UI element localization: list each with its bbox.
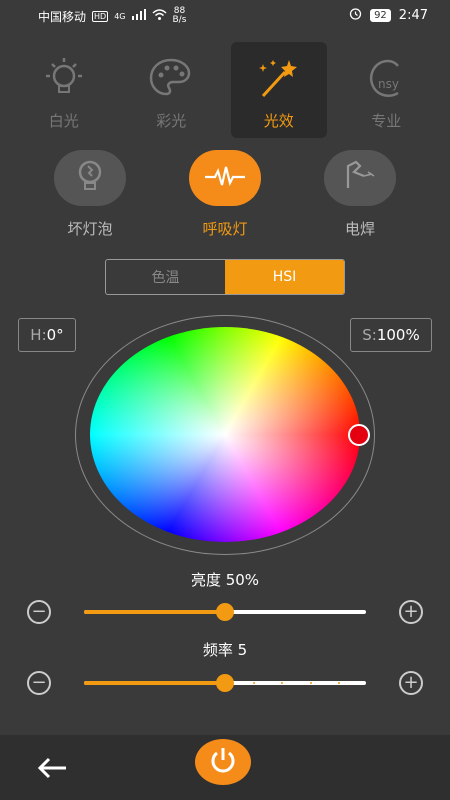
alarm-icon [349,7,362,23]
brightness-fill [84,610,225,614]
hue-key: H: [30,326,47,344]
wifi-icon [151,9,167,23]
brightness-slider[interactable] [84,603,366,621]
status-bar: 中国移动 HD 4G 88 B/s 92 2:47 [0,0,450,28]
effect-breathing[interactable]: 呼吸灯 [175,150,275,239]
saturation-readout[interactable]: S: 100% [350,318,432,352]
tab-label-white: 白光 [48,112,79,130]
power-button[interactable] [195,739,251,785]
frequency-label: 频率 5 [202,641,248,659]
broken-bulb-icon [70,156,110,200]
magic-wand-icon [255,56,303,104]
tab-white-light[interactable]: 白光 [16,42,112,138]
pro-logo-icon: nsy [362,56,410,104]
power-icon [208,745,238,779]
frequency-fill [84,681,225,685]
effect-breathing-button[interactable] [189,150,261,206]
tab-professional[interactable]: nsy 专业 [338,42,434,138]
hue-readout[interactable]: H: 0° [18,318,76,352]
effect-welding-button[interactable] [324,150,396,206]
minus-icon: − [31,672,47,693]
tab-light-effect[interactable]: 光效 [230,42,327,138]
hsi-option[interactable]: HSI [225,260,344,294]
palette-icon [147,56,195,104]
saturation-key: S: [362,326,377,344]
net-speed: 88 B/s [173,7,187,25]
effect-broken-bulb-button[interactable] [54,150,126,206]
frequency-plus-button[interactable]: + [399,671,423,695]
signal-bars-icon [131,9,146,23]
frequency-tick [337,682,340,684]
color-wheel[interactable] [90,327,360,542]
plus-icon: + [403,672,419,693]
brightness-label: 亮度 50% [190,571,260,589]
frequency-tick [281,682,284,684]
pulse-icon [203,161,247,195]
effect-label-breathing: 呼吸灯 [202,220,248,238]
plus-icon: + [403,601,419,622]
hue-value: 0° [46,326,64,344]
frequency-thumb[interactable] [216,674,234,692]
mode-tabs: 白光 彩光 光效 nsy 专业 [10,42,440,140]
brightness-minus-button[interactable]: − [27,600,51,624]
net-speed-unit: B/s [172,15,187,25]
back-button[interactable] [34,753,70,783]
clock: 2:47 [398,7,428,23]
bulb-icon [40,56,88,104]
tab-color-light[interactable]: 彩光 [123,42,219,138]
welding-icon [340,158,380,198]
effect-list: 坏灯泡 呼吸灯 电焊 [0,150,450,240]
color-wheel-handle[interactable] [348,424,370,446]
brightness-thumb[interactable] [216,603,234,621]
frequency-tick [309,682,312,684]
minus-icon: − [31,601,47,622]
effect-label-broken-bulb: 坏灯泡 [67,220,113,238]
bottom-bar [0,735,450,800]
brightness-plus-button[interactable]: + [399,600,423,624]
tab-label-pro: 专业 [371,112,402,130]
tab-label-effect: 光效 [263,112,294,130]
effect-welding[interactable]: 电焊 [310,150,410,239]
signal-label: 4G [114,11,126,21]
color-temp-option[interactable]: 色温 [106,260,225,294]
hd-badge: HD [92,10,109,22]
effect-broken-bulb[interactable]: 坏灯泡 [40,150,140,239]
carrier-label: 中国移动 [38,9,87,24]
tab-label-color: 彩光 [156,112,187,130]
frequency-minus-button[interactable]: − [27,671,51,695]
color-mode-toggle: 色温 HSI [105,259,345,295]
frequency-tick [196,682,199,684]
frequency-tick [168,682,171,684]
back-arrow-icon [34,757,70,787]
svg-text:nsy: nsy [378,77,399,91]
battery-level: 92 [370,8,391,22]
effect-label-welding: 电焊 [344,220,375,238]
saturation-value: 100% [376,326,420,344]
frequency-slider[interactable] [84,674,366,692]
frequency-tick [253,682,256,684]
